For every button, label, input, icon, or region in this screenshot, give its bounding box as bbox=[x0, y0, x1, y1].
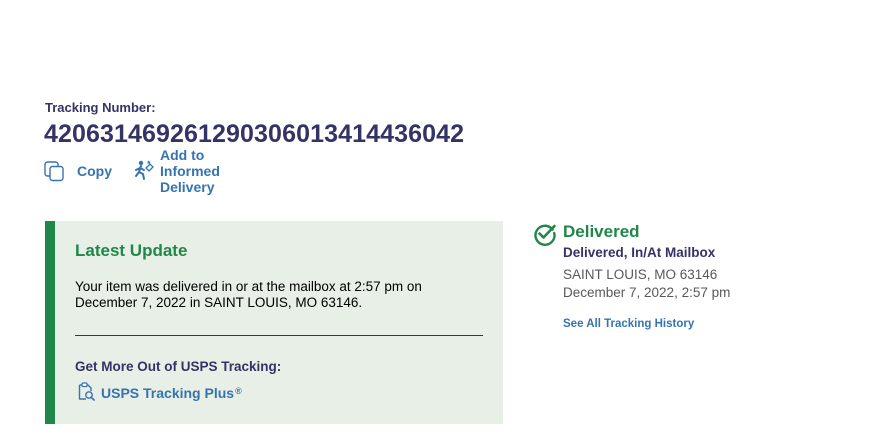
usps-tracking-plus-label: USPS Tracking Plus bbox=[101, 385, 235, 401]
tracking-page: Tracking Number: 42063146926129030601341… bbox=[0, 0, 876, 436]
latest-update-panel: Latest Update Your item was delivered in… bbox=[45, 221, 503, 424]
status-datetime: December 7, 2022, 2:57 pm bbox=[563, 285, 731, 300]
check-circle-icon bbox=[533, 222, 557, 251]
mail-carrier-icon bbox=[134, 160, 155, 182]
tracking-number: 420631469261290306013414436042 bbox=[44, 120, 465, 148]
status-title: Delivered bbox=[563, 222, 640, 241]
see-all-tracking-history-link[interactable]: See All Tracking History bbox=[563, 318, 694, 330]
status-subtitle: Delivered, In/At Mailbox bbox=[563, 245, 716, 260]
add-to-informed-delivery-button[interactable]: Add to Informed Delivery bbox=[134, 147, 220, 195]
copy-icon bbox=[44, 160, 65, 182]
get-more-title: Get More Out of USPS Tracking: bbox=[75, 359, 282, 374]
panel-divider bbox=[75, 335, 483, 336]
usps-tracking-plus-link[interactable]: USPS Tracking Plus ® bbox=[77, 382, 242, 404]
latest-update-text: Your item was delivered in or at the mai… bbox=[75, 279, 422, 310]
copy-label: Copy bbox=[77, 163, 112, 179]
latest-update-title: Latest Update bbox=[75, 241, 188, 260]
status-location: SAINT LOUIS, MO 63146 bbox=[563, 267, 718, 282]
add-to-informed-delivery-label: Add to Informed Delivery bbox=[160, 147, 220, 195]
registered-mark: ® bbox=[235, 386, 242, 396]
tracking-number-label: Tracking Number: bbox=[45, 100, 156, 115]
tracking-plus-icon bbox=[77, 382, 95, 404]
copy-button[interactable]: Copy bbox=[44, 159, 112, 183]
